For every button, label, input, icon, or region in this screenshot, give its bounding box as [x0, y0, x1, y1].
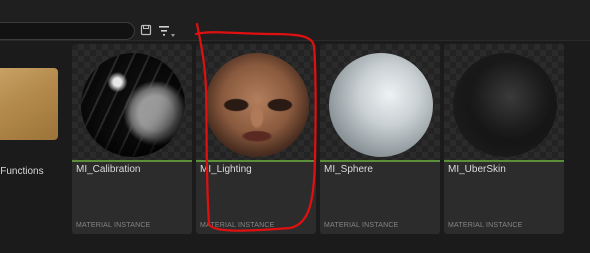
save-icon[interactable]	[140, 24, 152, 36]
toolbar	[0, 0, 590, 40]
asset-thumbnail	[72, 44, 192, 160]
asset-type-bar	[320, 160, 440, 162]
dark-sphere-icon	[453, 53, 557, 157]
grey-sphere-icon	[329, 53, 433, 157]
asset-thumbnail	[320, 44, 440, 160]
face-sphere-icon	[205, 53, 309, 157]
asset-type: MATERIAL INSTANCE	[200, 222, 275, 229]
asset-type: MATERIAL INSTANCE	[448, 222, 523, 229]
asset-card-uberskin[interactable]: MI_UberSkin MATERIAL INSTANCE	[444, 44, 564, 234]
search-input[interactable]	[5, 24, 123, 38]
filter-icon[interactable]	[158, 24, 176, 38]
asset-thumbnail	[444, 44, 564, 160]
asset-name: MI_Lighting	[200, 164, 252, 175]
folder-label: lFunctions	[0, 166, 44, 177]
asset-name: MI_UberSkin	[448, 164, 506, 175]
asset-type: MATERIAL INSTANCE	[324, 222, 399, 229]
asset-type-bar	[444, 160, 564, 162]
calibration-sphere-icon	[81, 53, 185, 157]
asset-type-bar	[72, 160, 192, 162]
asset-type: MATERIAL INSTANCE	[76, 222, 151, 229]
asset-type-bar	[196, 160, 316, 162]
asset-name: MI_Sphere	[324, 164, 373, 175]
toolbar-divider	[0, 40, 590, 41]
asset-thumbnail	[196, 44, 316, 160]
asset-name: MI_Calibration	[76, 164, 141, 175]
asset-card-sphere[interactable]: MI_Sphere MATERIAL INSTANCE	[320, 44, 440, 234]
asset-card-calibration[interactable]: MI_Calibration MATERIAL INSTANCE	[72, 44, 192, 234]
asset-card-lighting[interactable]: MI_Lighting MATERIAL INSTANCE	[196, 44, 316, 234]
search-box[interactable]	[0, 22, 135, 40]
folder-thumbnail[interactable]	[0, 68, 58, 140]
